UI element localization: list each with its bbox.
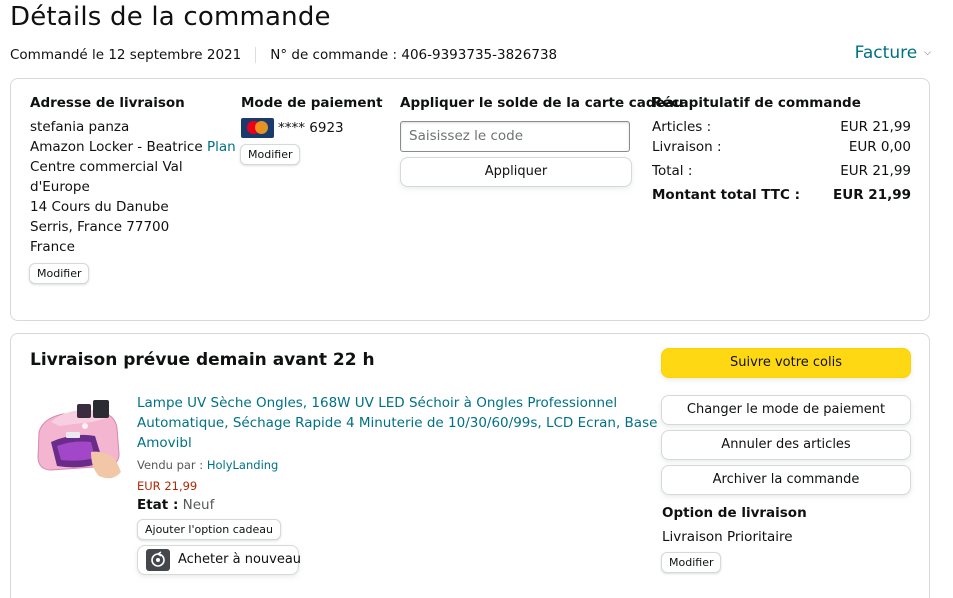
buy-again-button[interactable]: Acheter à nouveau [137, 545, 302, 575]
order-date: Commandé le 12 septembre 2021 [10, 47, 242, 63]
order-meta: Commandé le 12 septembre 2021 N° de comm… [10, 47, 557, 63]
apply-gift-card-button[interactable]: Appliquer [400, 157, 632, 187]
shipment-box: Livraison prévue demain avant 22 h Lampe… [10, 333, 930, 598]
cancel-items-button[interactable]: Annuler des articles [661, 430, 911, 460]
archive-order-button[interactable]: Archiver la commande [661, 465, 911, 495]
invoice-label: Facture [854, 43, 918, 63]
meta-divider [255, 47, 257, 63]
buy-again-icon [146, 549, 170, 571]
shipping-line5: 14 Cours du Danube [30, 199, 169, 215]
gift-card-code-input[interactable]: Saisissez le code [400, 121, 630, 152]
delivery-estimate-heading: Livraison prévue demain avant 22 h [30, 350, 375, 370]
shipping-line6: Serris, France 77700 [30, 219, 170, 235]
grand-total-label: Montant total TTC : [652, 187, 800, 203]
condition-label: Etat : [137, 497, 179, 513]
item-condition: Etat : Neuf [137, 497, 214, 513]
mastercard-icon [241, 118, 274, 138]
order-number: N° de commande : 406-9393735-3826738 [270, 47, 558, 63]
sold-by: Vendu par : HolyLanding [137, 458, 278, 472]
map-link[interactable]: Plan [207, 139, 236, 155]
modify-address-button[interactable]: Modifier [29, 263, 90, 284]
shipping-heading: Adresse de livraison [30, 95, 185, 111]
delivery-option-heading: Option de livraison [662, 505, 807, 521]
track-package-button[interactable]: Suivre votre colis [661, 348, 911, 378]
order-summary-box: Adresse de livraison stefania panza Amaz… [10, 78, 930, 321]
condition-value: Neuf [182, 497, 215, 513]
summary-row-value: EUR 0,00 [848, 139, 911, 155]
summary-row-label: Articles : [652, 119, 712, 135]
seller-link[interactable]: HolyLanding [207, 458, 279, 472]
chevron-down-icon: ⌵ [924, 48, 931, 58]
shipping-locker-line: Amazon Locker - Beatrice Plan [30, 139, 236, 155]
page-title: Détails de la commande [10, 2, 331, 32]
product-image[interactable] [33, 392, 123, 484]
summary-row-label: Livraison : [652, 139, 722, 155]
payment-heading: Mode de paiement [241, 95, 383, 111]
shipping-line3: Centre commercial Val [30, 159, 183, 175]
product-title-line2[interactable]: Automatique, Séchage Rapide 4 Minuterie … [137, 415, 657, 431]
order-summary-heading: Récapitulatif de commande [652, 95, 861, 111]
change-payment-button[interactable]: Changer le mode de paiement [661, 395, 911, 425]
summary-row-label: Total : [652, 163, 693, 179]
summary-row-value: EUR 21,99 [840, 163, 911, 179]
summary-row-value: EUR 21,99 [840, 119, 911, 135]
shipping-line7: France [30, 239, 75, 255]
modify-delivery-option-button[interactable]: Modifier [661, 552, 722, 573]
product-title-line3[interactable]: Amovibl [137, 435, 192, 451]
sold-by-label: Vendu par : [137, 458, 204, 472]
shipping-name: stefania panza [30, 119, 130, 135]
buy-again-label: Acheter à nouveau [178, 552, 302, 567]
add-gift-option-button[interactable]: Ajouter l'option cadeau [137, 519, 281, 540]
gift-card-heading: Appliquer le solde de la carte cadeau [400, 95, 684, 111]
invoice-dropdown[interactable]: Facture ⌵ [855, 43, 931, 63]
product-title-line1[interactable]: Lampe UV Sèche Ongles, 168W UV LED Sécho… [137, 395, 617, 411]
nail-lamp-image [37, 400, 121, 479]
item-price: EUR 21,99 [137, 479, 198, 493]
shipping-locker: Amazon Locker - Beatrice [30, 139, 203, 155]
card-number: **** 6923 [278, 120, 344, 136]
shipping-line4: d'Europe [30, 179, 90, 195]
grand-total-value: EUR 21,99 [833, 187, 911, 203]
modify-payment-button[interactable]: Modifier [240, 144, 301, 165]
delivery-option-value: Livraison Prioritaire [662, 529, 793, 545]
